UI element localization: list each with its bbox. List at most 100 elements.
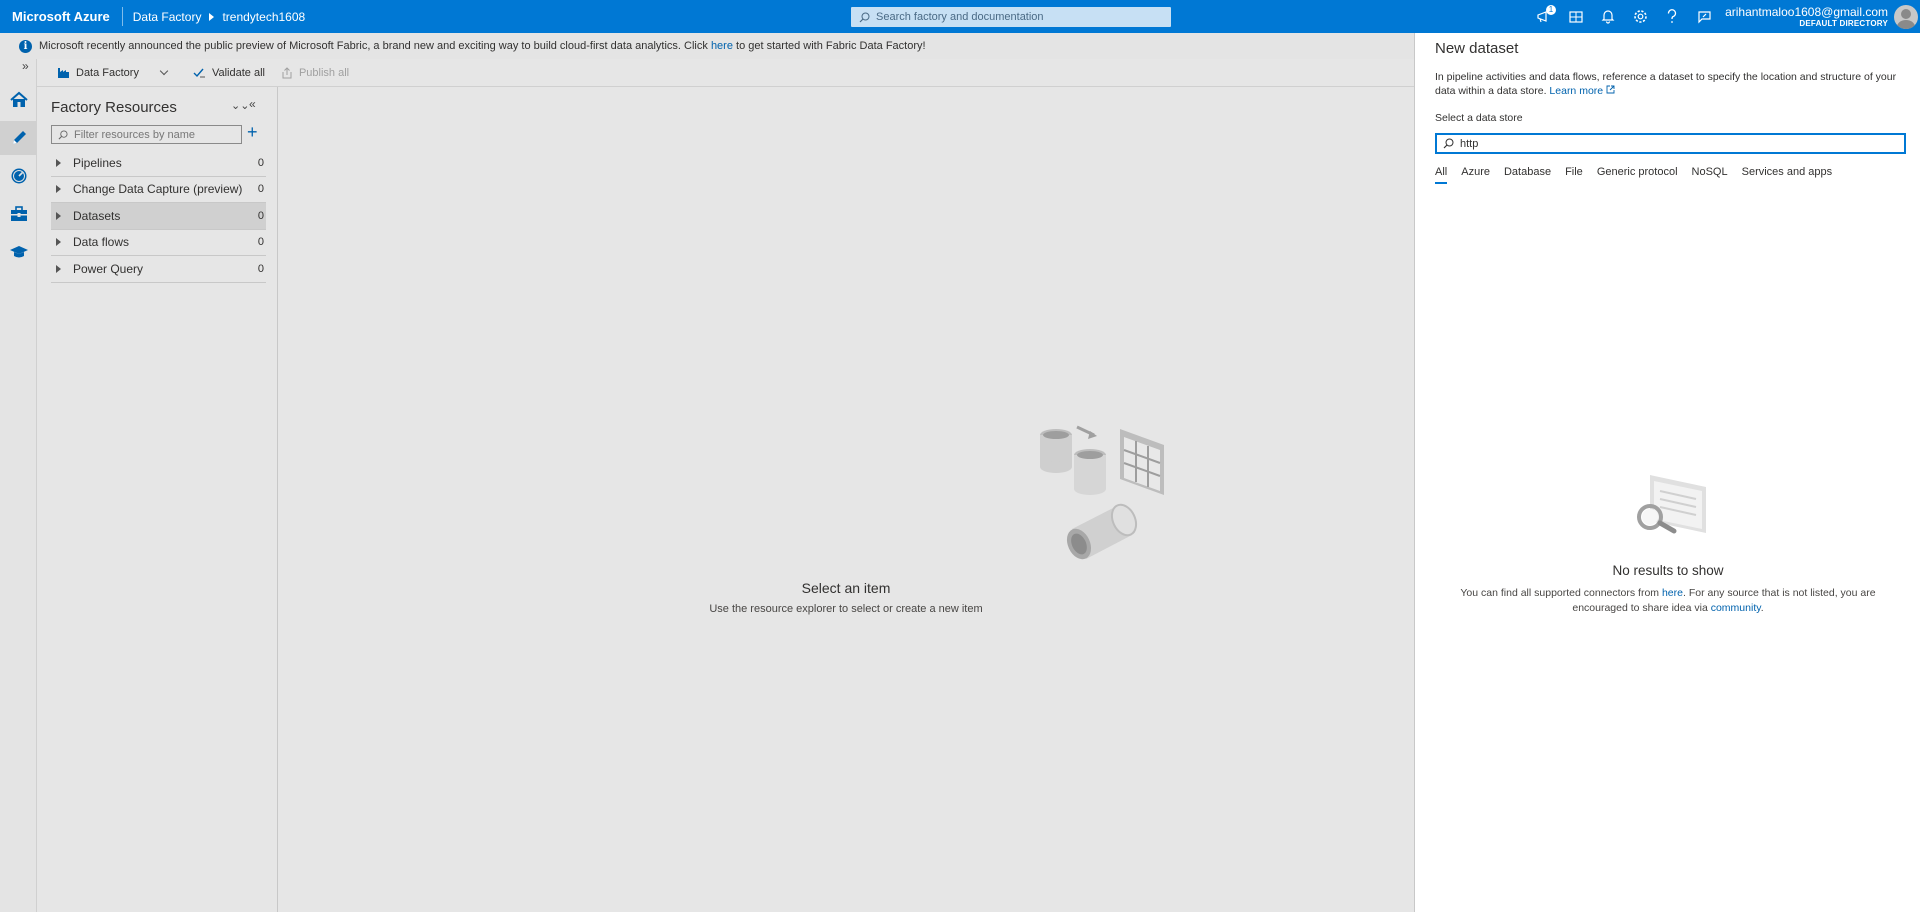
top-search-placeholder: Search factory and documentation bbox=[876, 11, 1044, 23]
validate-all-button[interactable]: Validate all bbox=[193, 67, 265, 79]
search-icon bbox=[859, 12, 870, 22]
toolbar: Data Factory Validate all Publish all bbox=[37, 59, 1414, 87]
factory-resources-title: Factory Resources bbox=[51, 99, 177, 116]
switch-directory-icon[interactable] bbox=[1566, 7, 1586, 27]
empty-state-subtitle: Use the resource explorer to select or c… bbox=[709, 603, 983, 615]
home-icon[interactable] bbox=[0, 83, 37, 117]
user-email: arihantmaloo1608@gmail.com bbox=[1725, 5, 1888, 19]
new-dataset-description: In pipeline activities and data flows, r… bbox=[1435, 70, 1905, 98]
account-menu[interactable]: arihantmaloo1608@gmail.com DEFAULT DIREC… bbox=[1725, 5, 1888, 28]
no-results-magnifier-icon bbox=[1637, 475, 1706, 534]
bell-icon[interactable] bbox=[1598, 7, 1618, 27]
data-store-tabs: All Azure Database File Generic protocol… bbox=[1435, 166, 1839, 184]
collapse-all-icon[interactable]: ⌄⌄ bbox=[231, 99, 249, 112]
resource-row-pipelines[interactable]: Pipelines 0 bbox=[51, 150, 266, 177]
avatar[interactable] bbox=[1894, 5, 1918, 29]
connectors-here-link[interactable]: here bbox=[1662, 587, 1683, 599]
breadcrumb-factory-name[interactable]: trendytech1608 bbox=[222, 10, 305, 24]
info-icon: i bbox=[19, 39, 32, 53]
tab-file[interactable]: File bbox=[1558, 166, 1590, 184]
factory-resources-pane: Factory Resources ⌄⌄ « Filter resources … bbox=[37, 87, 278, 912]
left-rail: » bbox=[0, 59, 37, 912]
breadcrumb-data-factory[interactable]: Data Factory bbox=[133, 10, 202, 24]
resource-count: 0 bbox=[257, 156, 264, 169]
help-icon[interactable] bbox=[1662, 7, 1682, 27]
publish-all-button[interactable]: Publish all bbox=[281, 67, 349, 79]
brand-logo[interactable]: Microsoft Azure bbox=[0, 7, 123, 26]
resource-count: 0 bbox=[257, 209, 264, 222]
add-resource-plus-icon[interactable]: + bbox=[247, 122, 258, 142]
search-icon bbox=[1443, 138, 1454, 149]
resource-count: 0 bbox=[257, 262, 264, 275]
notification-badge: 1 bbox=[1546, 4, 1556, 15]
breadcrumb: Data Factory trendytech1608 bbox=[123, 10, 305, 24]
top-icons: 1 bbox=[1534, 0, 1714, 33]
external-link-icon bbox=[1606, 85, 1615, 94]
resource-count: 0 bbox=[257, 183, 264, 196]
publish-icon bbox=[282, 66, 292, 78]
author-pencil-icon[interactable] bbox=[0, 121, 37, 155]
resource-label: Power Query bbox=[73, 261, 144, 276]
factory-icon bbox=[58, 67, 69, 78]
new-dataset-panel: New dataset In pipeline activities and d… bbox=[1414, 33, 1920, 912]
resource-label: Pipelines bbox=[73, 155, 122, 170]
resource-list: Pipelines 0 Change Data Capture (preview… bbox=[51, 150, 266, 283]
no-results-text-3: . bbox=[1760, 602, 1764, 614]
banner-text-before: Microsoft recently announced the public … bbox=[39, 40, 708, 52]
publish-all-label: Publish all bbox=[298, 66, 350, 79]
breadcrumb-separator-icon bbox=[209, 12, 215, 21]
community-link[interactable]: community bbox=[1711, 602, 1761, 614]
tab-nosql[interactable]: NoSQL bbox=[1685, 166, 1735, 184]
data-factory-label: Data Factory bbox=[76, 66, 139, 79]
new-dataset-title: New dataset bbox=[1435, 40, 1519, 57]
tab-services-and-apps[interactable]: Services and apps bbox=[1735, 166, 1840, 184]
expand-triangle-icon bbox=[56, 211, 61, 220]
monitor-icon[interactable] bbox=[0, 159, 37, 193]
top-search-input[interactable]: Search factory and documentation bbox=[851, 7, 1171, 27]
resource-row-change-data-capture[interactable]: Change Data Capture (preview) 0 bbox=[51, 177, 266, 203]
learn-more-link[interactable]: Learn more bbox=[1549, 85, 1603, 97]
validate-check-icon bbox=[193, 68, 205, 77]
resource-label: Change Data Capture (preview) bbox=[73, 182, 243, 197]
data-factory-dropdown[interactable]: Data Factory bbox=[57, 66, 169, 79]
no-results-text-1: You can find all supported connectors fr… bbox=[1460, 587, 1662, 599]
feedback-icon[interactable] bbox=[1694, 7, 1714, 27]
expand-rail-icon[interactable]: » bbox=[22, 59, 29, 73]
chevron-down-icon bbox=[159, 66, 169, 76]
tab-database[interactable]: Database bbox=[1497, 166, 1558, 184]
resource-label: Data flows bbox=[73, 235, 130, 250]
banner-text-after: to get started with Fabric Data Factory! bbox=[736, 40, 926, 52]
tab-generic-protocol[interactable]: Generic protocol bbox=[1590, 166, 1685, 184]
expand-triangle-icon bbox=[56, 238, 61, 247]
resource-count: 0 bbox=[257, 236, 264, 249]
select-data-store-label: Select a data store bbox=[1435, 112, 1523, 124]
data-stores-illustration-icon bbox=[1040, 425, 1164, 560]
resource-row-data-flows[interactable]: Data flows 0 bbox=[51, 230, 266, 256]
filter-search-icon bbox=[58, 129, 68, 139]
resource-row-datasets[interactable]: Datasets 0 bbox=[51, 203, 266, 230]
user-directory: DEFAULT DIRECTORY bbox=[1799, 19, 1888, 28]
banner-link-here[interactable]: here bbox=[711, 40, 733, 52]
info-banner: i Microsoft recently announced the publi… bbox=[0, 33, 1414, 59]
collapse-pane-icon[interactable]: « bbox=[249, 97, 256, 111]
data-store-search-input[interactable] bbox=[1460, 137, 1880, 150]
data-store-search bbox=[1435, 133, 1906, 154]
validate-all-label: Validate all bbox=[211, 66, 265, 79]
no-results-text: You can find all supported connectors fr… bbox=[1433, 586, 1903, 616]
manage-toolbox-icon[interactable] bbox=[0, 197, 37, 231]
learning-hat-icon[interactable] bbox=[0, 235, 37, 269]
resource-filter-placeholder: Filter resources by name bbox=[74, 128, 196, 141]
tab-all[interactable]: All bbox=[1435, 166, 1454, 184]
top-bar: Microsoft Azure Data Factory trendytech1… bbox=[0, 0, 1920, 33]
resource-label: Datasets bbox=[73, 208, 121, 223]
feedback-announce-icon[interactable]: 1 bbox=[1534, 4, 1556, 27]
expand-triangle-icon bbox=[56, 264, 61, 273]
no-results-title: No results to show bbox=[1612, 563, 1724, 578]
expand-triangle-icon bbox=[56, 158, 61, 167]
resource-filter-input[interactable]: Filter resources by name bbox=[51, 125, 242, 144]
resource-row-power-query[interactable]: Power Query 0 bbox=[51, 256, 266, 283]
description-text: In pipeline activities and data flows, r… bbox=[1435, 71, 1897, 97]
empty-state-title: Select an item bbox=[801, 580, 891, 596]
gear-icon[interactable] bbox=[1630, 7, 1650, 27]
tab-azure[interactable]: Azure bbox=[1454, 166, 1497, 184]
